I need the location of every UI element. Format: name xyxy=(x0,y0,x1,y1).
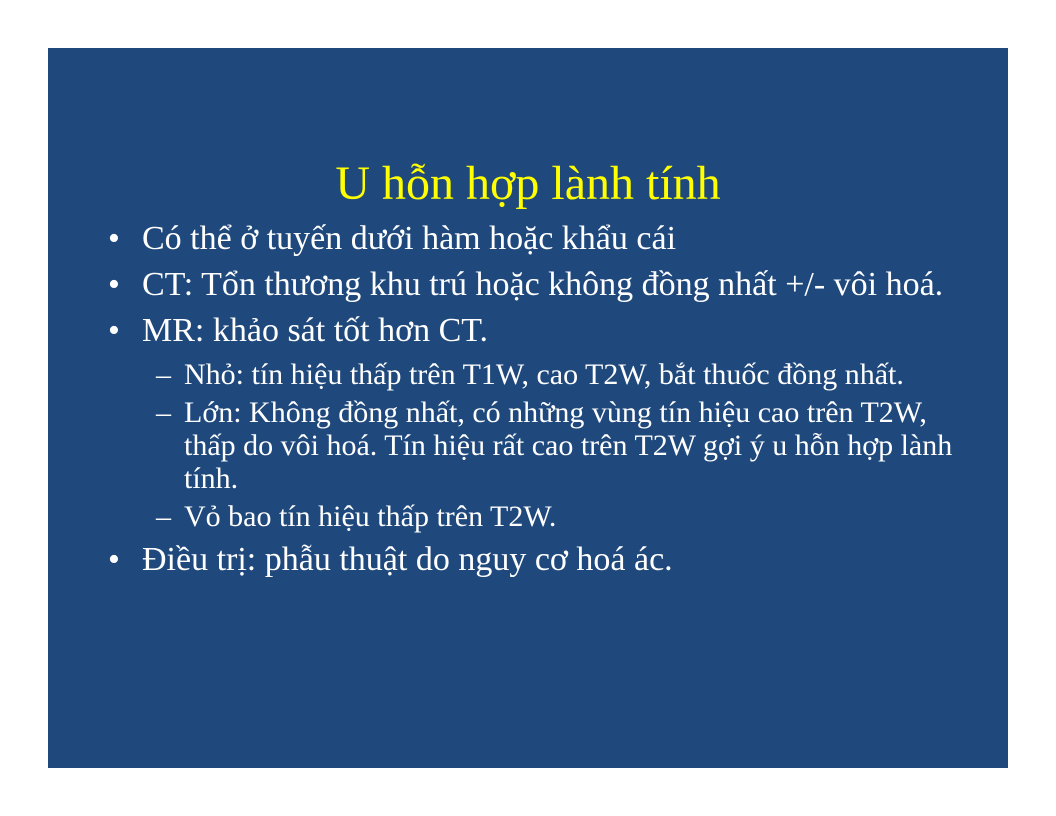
bullet-marker: • xyxy=(108,312,120,349)
sub-bullet-item: – Nhỏ: tín hiệu thấp trên T1W, cao T2W, … xyxy=(106,358,966,391)
slide-title: U hỗn hợp lành tính xyxy=(335,157,721,210)
sub-bullet-marker: – xyxy=(156,358,171,391)
sub-bullet-text: Nhỏ: tín hiệu thấp trên T1W, cao T2W, bắ… xyxy=(184,358,904,391)
sub-bullet-item: – Lớn: Không đồng nhất, có những vùng tí… xyxy=(106,396,966,495)
sub-bullet-marker: – xyxy=(156,500,171,533)
bullet-marker: • xyxy=(108,266,120,303)
sub-bullet-item: – Vỏ bao tín hiệu thấp trên T2W. xyxy=(106,500,966,533)
sub-bullet-text: Vỏ bao tín hiệu thấp trên T2W. xyxy=(184,500,557,533)
bullet-marker: • xyxy=(108,541,120,578)
bullet-item: • Điều trị: phẫu thuật do nguy cơ hoá ác… xyxy=(106,541,966,578)
sub-bullet-marker: – xyxy=(156,396,171,429)
bullet-item: • Có thể ở tuyến dưới hàm hoặc khẩu cái xyxy=(106,220,966,257)
bullet-item: • MR: khảo sát tốt hơn CT. xyxy=(106,312,966,349)
slide: U hỗn hợp lành tính • Có thể ở tuyến dướ… xyxy=(48,48,1008,768)
slide-content: • Có thể ở tuyến dưới hàm hoặc khẩu cái … xyxy=(106,220,966,587)
bullet-item: • CT: Tổn thương khu trú hoặc không đồng… xyxy=(106,266,966,303)
bullet-text: CT: Tổn thương khu trú hoặc không đồng n… xyxy=(142,266,944,303)
sub-bullet-text: Lớn: Không đồng nhất, có những vùng tín … xyxy=(184,396,953,495)
sub-bullet-list: – Nhỏ: tín hiệu thấp trên T1W, cao T2W, … xyxy=(106,358,966,533)
bullet-text: Có thể ở tuyến dưới hàm hoặc khẩu cái xyxy=(142,220,677,257)
bullet-marker: • xyxy=(108,220,120,257)
bullet-text: MR: khảo sát tốt hơn CT. xyxy=(142,312,489,349)
bullet-text: Điều trị: phẫu thuật do nguy cơ hoá ác. xyxy=(142,541,673,578)
